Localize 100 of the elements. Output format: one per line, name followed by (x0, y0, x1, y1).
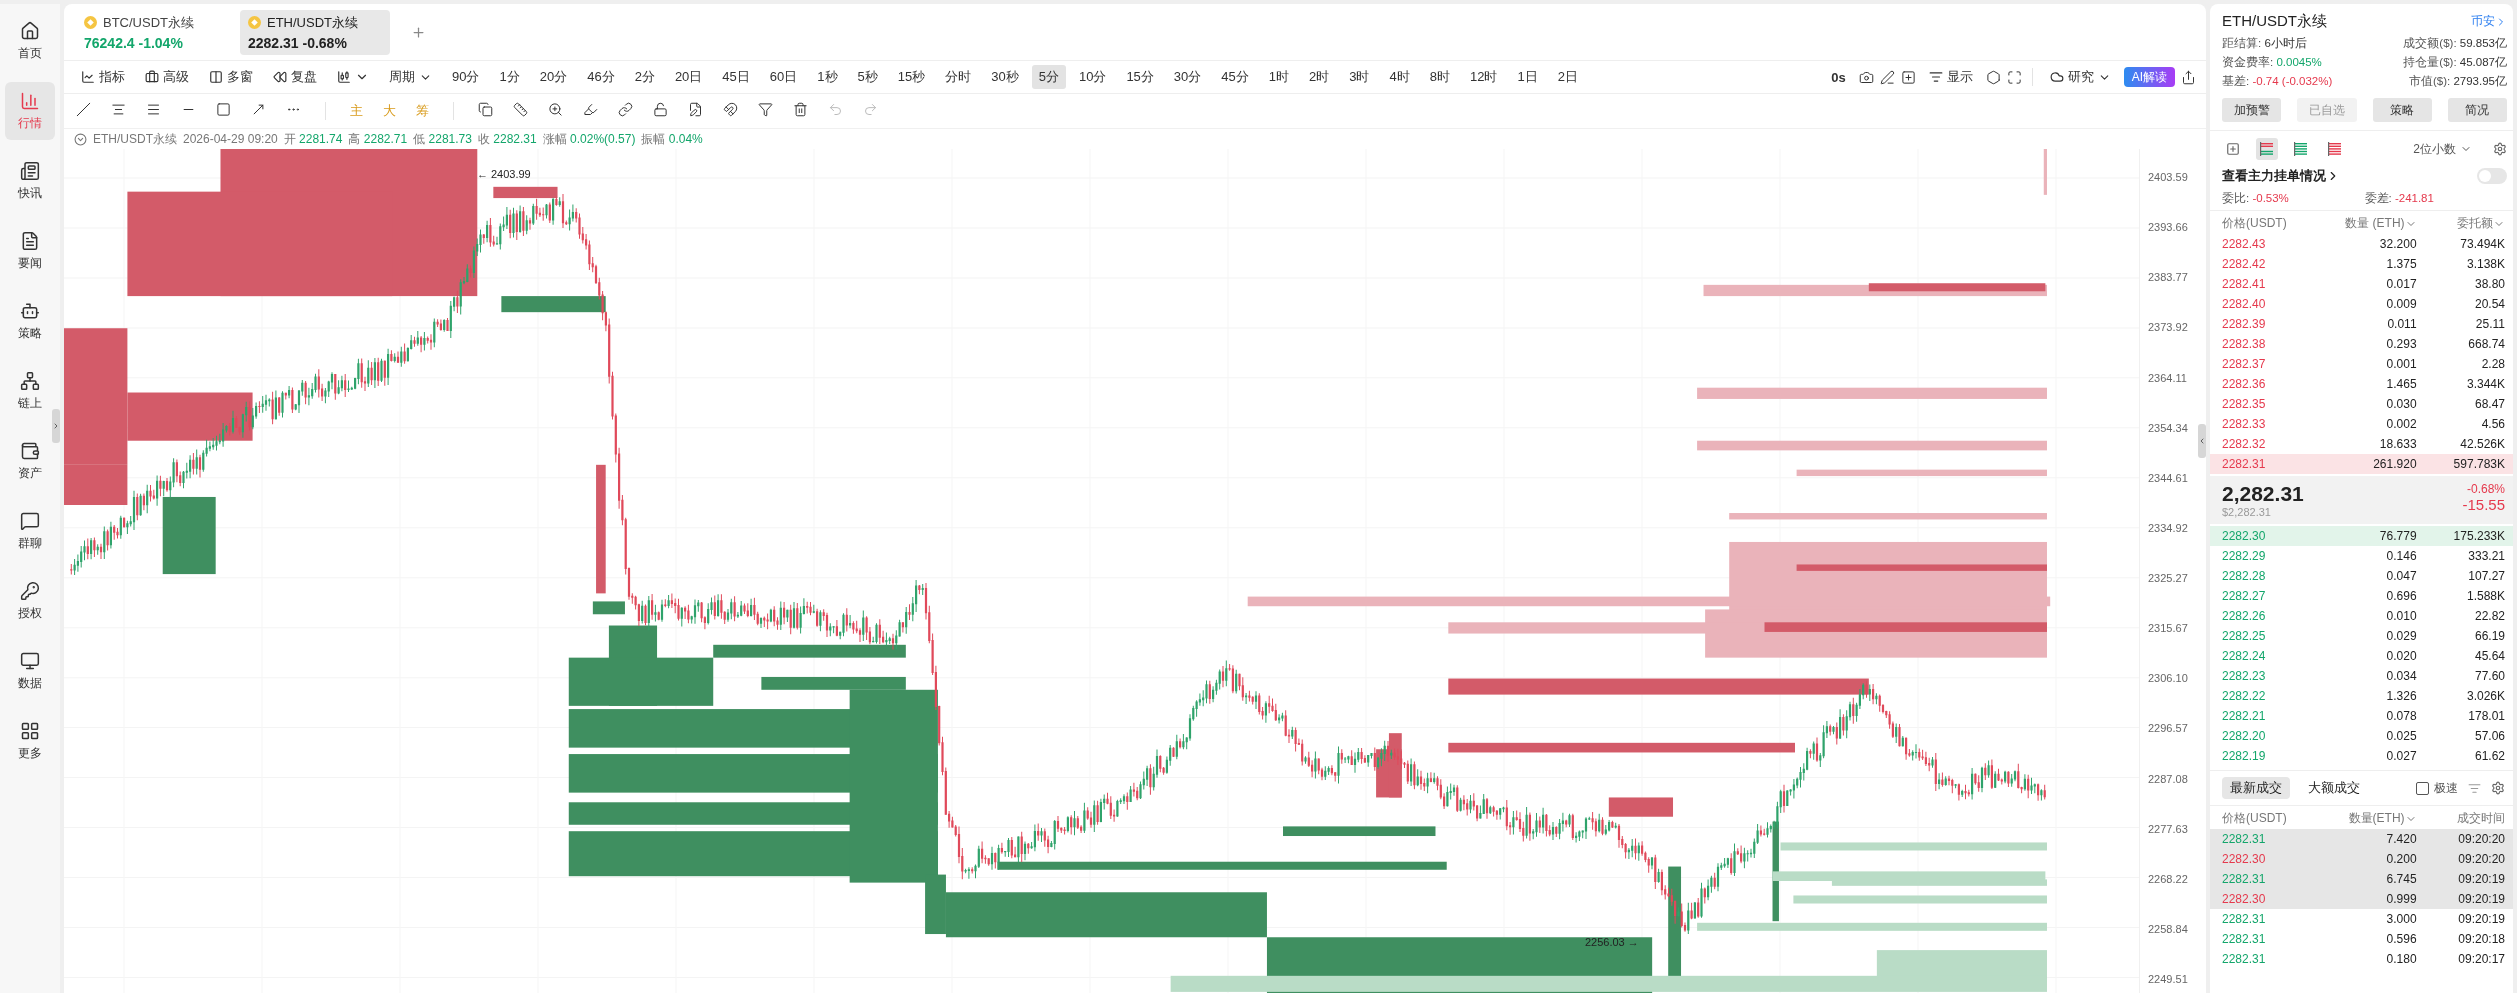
parallel-lines-icon[interactable] (111, 101, 126, 117)
checkbox[interactable] (2416, 781, 2429, 795)
interval-tab[interactable]: 1分 (492, 65, 527, 89)
collapse-handle[interactable] (2198, 424, 2206, 458)
symbol-tab[interactable]: BTC/USDT永续 76242.4 -1.04% (76, 9, 226, 55)
sidebar-item[interactable]: 快讯 (5, 152, 55, 210)
column-header[interactable]: 数量(ETH) (2328, 810, 2417, 827)
trash-icon[interactable] (793, 101, 808, 117)
add-box-icon[interactable] (1900, 69, 1916, 85)
fullscreen-icon[interactable] (2006, 69, 2022, 85)
toggle-switch[interactable] (2477, 168, 2507, 184)
bid-price: 2282.26 (2222, 609, 2267, 623)
ohlc-value: 高 2282.71 (348, 130, 408, 148)
interval-tab[interactable]: 90分 (445, 65, 487, 89)
action-button[interactable]: 策略 (2372, 98, 2432, 122)
trades-tab[interactable]: 大额成交 (2300, 777, 2368, 799)
action-button[interactable]: 简况 (2447, 98, 2507, 122)
period-dropdown[interactable]: 周期 (382, 65, 439, 89)
sidebar-item[interactable]: 授权 (5, 572, 55, 630)
symbol-tab[interactable]: ETH/USDT永续 2282.31 -0.68% (240, 9, 390, 55)
interval-tab[interactable]: 15分 (1119, 65, 1161, 89)
column-header[interactable]: 委托额 (2416, 215, 2505, 232)
ask-quantity: 0.002 (2385, 417, 2417, 431)
interval-tab[interactable]: 45日 (715, 65, 757, 89)
research-dropdown[interactable]: 研究 (2042, 65, 2118, 89)
interval-tab[interactable]: 2分 (627, 65, 662, 89)
sidebar-item[interactable]: 策略 (5, 292, 55, 350)
interval-tab[interactable]: 3时 (1342, 65, 1377, 89)
copy-icon[interactable] (478, 101, 493, 117)
toolbar-button[interactable]: 复盘 (266, 65, 324, 89)
interval-tab[interactable]: 20分 (532, 65, 575, 89)
monitor-icon (20, 650, 40, 671)
filter-icon[interactable] (758, 101, 773, 117)
column-header[interactable]: 数量 (ETH) (2328, 215, 2417, 232)
zoom-in-icon[interactable] (548, 101, 563, 117)
sidebar-item[interactable]: 首页 (5, 12, 55, 70)
interval-tab[interactable]: 15秒 (890, 65, 933, 89)
symbol-name: BTC/USDT永续 (103, 13, 194, 32)
interval-tab[interactable]: 2时 (1302, 65, 1337, 89)
collapse-icon[interactable] (74, 132, 87, 146)
sidebar-item[interactable]: 群聊 (5, 502, 55, 560)
main-orders-link[interactable]: 查看主力挂单情况 (2222, 167, 2340, 185)
arrow-icon[interactable] (251, 101, 266, 117)
interval-tab[interactable]: 1秒 (810, 65, 845, 89)
full-depth-icon[interactable] (2256, 138, 2278, 160)
sidebar-item[interactable]: 链上 (5, 362, 55, 420)
toolbar-button[interactable]: 高级 (138, 65, 196, 89)
ai-button[interactable]: AI解读 (2123, 67, 2175, 87)
ruler-icon[interactable] (513, 101, 528, 117)
bid-total: 1.588K (2465, 589, 2505, 603)
interval-tab[interactable]: 12时 (1462, 65, 1505, 89)
pen-icon[interactable] (1879, 69, 1895, 85)
bid-total: 77.60 (2473, 669, 2505, 683)
interval-tab[interactable]: 5秒 (850, 65, 885, 89)
ask-quantity: 0.017 (2385, 277, 2417, 291)
ask-price: 2282.32 (2222, 437, 2267, 451)
sidebar-item[interactable]: 资产 (5, 432, 55, 490)
highlighter-icon[interactable] (583, 101, 598, 117)
interval-tab[interactable]: 1时 (1261, 65, 1297, 89)
link-icon[interactable] (618, 101, 633, 117)
trades-tab[interactable]: 最新成交 (2222, 777, 2290, 799)
interval-tab[interactable]: 30分 (1166, 65, 1209, 89)
edit-icon[interactable] (688, 101, 703, 117)
interval-tab[interactable]: 分时 (938, 65, 979, 89)
interval-tab[interactable]: 30秒 (984, 65, 1026, 89)
camera-icon[interactable] (1858, 69, 1874, 85)
interval-tab[interactable]: 20日 (667, 65, 710, 89)
horizontal-lines-icon[interactable] (146, 101, 161, 117)
interval-tab[interactable]: 45分 (1214, 65, 1256, 89)
settings-icon[interactable] (2491, 781, 2505, 795)
sidebar-item[interactable]: 要闻 (5, 222, 55, 280)
action-button[interactable]: 加预警 (2222, 98, 2282, 122)
document-icon (20, 230, 40, 251)
interval-tab[interactable]: 5分 (1031, 65, 1066, 89)
interval-tab[interactable]: 8时 (1422, 65, 1457, 89)
interval-tab[interactable]: 4时 (1382, 65, 1417, 89)
share-icon[interactable] (2181, 69, 2196, 85)
last-price: 2,282.31 (2222, 482, 2304, 506)
trend-line-icon[interactable] (76, 101, 91, 117)
interval-tab[interactable]: 10分 (1071, 65, 1114, 89)
interval-tab[interactable]: 2日 (1550, 65, 1585, 89)
hexagon-icon[interactable] (1985, 69, 2001, 85)
sidebar-item[interactable]: 数据 (5, 642, 55, 700)
display-button[interactable]: 显示 (1921, 65, 1980, 89)
exchange-link[interactable]: 币安 (2471, 13, 2507, 30)
settings-icon[interactable] (2493, 142, 2507, 156)
magnet-icon[interactable] (723, 101, 738, 117)
filter-list-icon[interactable] (2468, 781, 2481, 795)
sidebar-item[interactable]: 更多 (5, 712, 55, 770)
countdown-button[interactable]: 0s (1824, 65, 1853, 89)
unlock-icon[interactable] (653, 101, 668, 117)
order-volume-bar (592, 601, 625, 615)
rectangle-icon[interactable] (216, 101, 231, 117)
toolbar-button[interactable]: 指标 (74, 65, 132, 89)
interval-tab[interactable]: 60日 (762, 65, 805, 89)
interval-tab[interactable]: 1日 (1510, 65, 1545, 89)
collapse-handle[interactable] (52, 409, 60, 443)
toolbar-button[interactable]: 多窗 (202, 65, 260, 89)
precision-dropdown[interactable]: 2位小数 (2406, 137, 2479, 161)
interval-tab[interactable]: 46分 (580, 65, 622, 89)
